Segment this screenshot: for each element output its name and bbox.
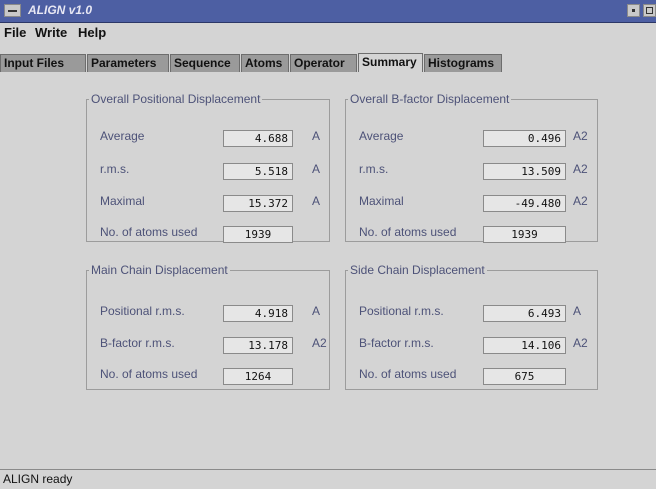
main-chain-title: Main Chain Displacement xyxy=(89,263,230,277)
positional-maximal-label: Maximal xyxy=(100,194,145,208)
tab-parameters[interactable]: Parameters xyxy=(87,54,169,72)
minimize-icon[interactable] xyxy=(627,4,640,17)
side-positional-rms-label: Positional r.m.s. xyxy=(359,304,444,318)
side-positional-rms-field: 6.493 xyxy=(483,305,566,322)
overall-positional-group: Overall Positional Displacement Average … xyxy=(86,92,330,243)
window-title: ALIGN v1.0 xyxy=(28,3,93,17)
positional-maximal-unit: A xyxy=(312,194,321,208)
overall-bfactor-group: Overall B-factor Displacement Average 0.… xyxy=(345,92,598,243)
side-bfactor-rms-field: 14.106 xyxy=(483,337,566,354)
bfactor-average-field: 0.496 xyxy=(483,130,566,147)
bfactor-maximal-field: -49.480 xyxy=(483,195,566,212)
menu-file[interactable]: File xyxy=(4,25,26,40)
side-chain-title: Side Chain Displacement xyxy=(348,263,487,277)
main-bfactor-rms-unit: A2 xyxy=(312,336,327,350)
maximize-icon[interactable] xyxy=(643,4,656,17)
positional-atoms-label: No. of atoms used xyxy=(100,225,198,239)
side-chain-group: Side Chain Displacement Positional r.m.s… xyxy=(345,263,598,390)
main-positional-rms-unit: A xyxy=(312,304,321,318)
main-bfactor-rms-label: B-factor r.m.s. xyxy=(100,336,175,350)
positional-maximal-field: 15.372 xyxy=(223,195,293,212)
main-chain-group: Main Chain Displacement Positional r.m.s… xyxy=(86,263,330,390)
main-positional-rms-field: 4.918 xyxy=(223,305,293,322)
positional-average-label: Average xyxy=(100,129,145,143)
bfactor-rms-field: 13.509 xyxy=(483,163,566,180)
side-atoms-label: No. of atoms used xyxy=(359,367,457,381)
main-atoms-label: No. of atoms used xyxy=(100,367,198,381)
bfactor-rms-label: r.m.s. xyxy=(359,162,389,176)
menu-write[interactable]: Write xyxy=(35,25,67,40)
tab-histograms[interactable]: Histograms xyxy=(424,54,502,72)
positional-average-field: 4.688 xyxy=(223,130,293,147)
side-positional-rms-unit: A xyxy=(573,304,582,318)
overall-bfactor-title: Overall B-factor Displacement xyxy=(348,92,512,106)
side-bfactor-rms-label: B-factor r.m.s. xyxy=(359,336,434,350)
positional-rms-field: 5.518 xyxy=(223,163,293,180)
main-atoms-field: 1264 xyxy=(223,368,293,385)
side-bfactor-rms-unit: A2 xyxy=(573,336,588,350)
status-bar: ALIGN ready xyxy=(0,469,656,489)
menu-help[interactable]: Help xyxy=(78,25,106,40)
bfactor-rms-unit: A2 xyxy=(573,162,588,176)
bfactor-average-unit: A2 xyxy=(573,129,588,143)
main-bfactor-rms-field: 13.178 xyxy=(223,337,293,354)
main-positional-rms-label: Positional r.m.s. xyxy=(100,304,185,318)
bfactor-atoms-label: No. of atoms used xyxy=(359,225,457,239)
summary-panel: Overall Positional Displacement Average … xyxy=(0,72,656,468)
tab-input-files[interactable]: Input Files xyxy=(0,54,86,72)
tab-summary[interactable]: Summary xyxy=(358,53,423,73)
positional-atoms-field: 1939 xyxy=(223,226,293,243)
positional-average-unit: A xyxy=(312,129,321,143)
tab-bar: Input Files Parameters Sequence Atoms Op… xyxy=(0,53,656,73)
menu-bar: File Write Help xyxy=(0,23,656,43)
status-text: ALIGN ready xyxy=(3,472,73,486)
title-bar: ALIGN v1.0 xyxy=(0,0,656,23)
tab-atoms[interactable]: Atoms xyxy=(241,54,289,72)
side-atoms-field: 675 xyxy=(483,368,566,385)
positional-rms-unit: A xyxy=(312,162,321,176)
tab-sequence[interactable]: Sequence xyxy=(170,54,240,72)
tab-operator[interactable]: Operator xyxy=(290,54,357,72)
bfactor-average-label: Average xyxy=(359,129,404,143)
overall-positional-title: Overall Positional Displacement xyxy=(89,92,263,106)
positional-rms-label: r.m.s. xyxy=(100,162,130,176)
window-menu-icon[interactable] xyxy=(4,4,21,17)
bfactor-maximal-unit: A2 xyxy=(573,194,588,208)
bfactor-maximal-label: Maximal xyxy=(359,194,404,208)
bfactor-atoms-field: 1939 xyxy=(483,226,566,243)
